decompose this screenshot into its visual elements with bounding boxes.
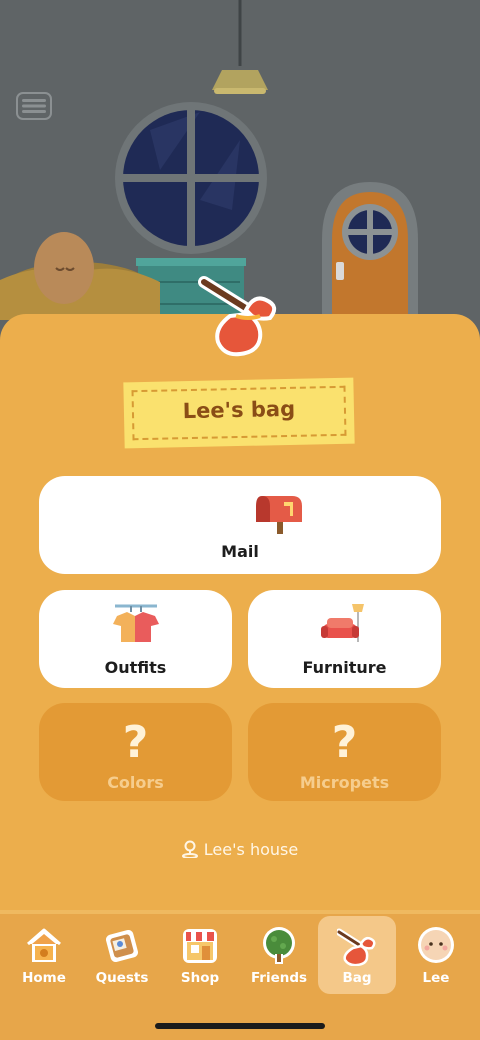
tab-shop[interactable]: Shop <box>161 916 239 994</box>
tab-label: Home <box>22 970 66 986</box>
tab-label: Shop <box>180 970 220 986</box>
map-pin-icon <box>181 840 198 859</box>
question-mark-icon: ? <box>122 717 149 768</box>
micropets-card[interactable]: ? Micropets <box>248 703 441 801</box>
micropets-label: Micropets <box>299 773 390 792</box>
mail-label: Mail <box>221 542 259 561</box>
furniture-label: Furniture <box>302 658 387 677</box>
bag-icon <box>337 928 376 966</box>
location-label: Lee's house <box>203 840 299 859</box>
bag-title-tag: Lee's bag <box>123 377 355 449</box>
outfits-label: Outfits <box>104 658 167 677</box>
birdhouse-icon <box>27 928 61 962</box>
menu-button[interactable] <box>16 92 52 120</box>
tab-home[interactable]: Home <box>5 916 83 994</box>
mail-card[interactable]: Mail <box>39 476 441 574</box>
bag-emblem <box>196 270 286 360</box>
colors-card[interactable]: ? Colors <box>39 703 232 801</box>
colors-label: Colors <box>107 773 164 792</box>
tree-icon <box>263 927 295 964</box>
tab-bar: Home Quests Shop Friends Bag Lee <box>0 910 480 1040</box>
tab-label: Quests <box>95 970 149 986</box>
hamburger-icon <box>16 92 52 120</box>
tab-quests[interactable]: Quests <box>83 916 161 994</box>
location-link[interactable]: Lee's house <box>0 840 480 859</box>
tab-profile[interactable]: Lee <box>397 916 475 994</box>
quest-board-icon <box>105 929 139 963</box>
tab-friends[interactable]: Friends <box>240 916 318 994</box>
question-mark-icon: ? <box>331 717 358 768</box>
tab-label: Friends <box>250 970 308 986</box>
home-indicator <box>155 1023 325 1029</box>
avatar-face-icon <box>418 927 454 963</box>
sofa-lamp-icon <box>321 604 364 642</box>
shop-icon <box>183 929 217 963</box>
mailbox-icon <box>256 496 302 534</box>
bag-icon <box>198 276 277 357</box>
tab-bar-divider <box>0 910 480 914</box>
tab-bag[interactable]: Bag <box>318 916 396 994</box>
tab-label: Bag <box>342 970 372 986</box>
tab-label: Lee <box>422 970 450 986</box>
bag-title: Lee's bag <box>182 396 296 424</box>
furniture-card[interactable]: Furniture <box>248 590 441 688</box>
outfits-icon <box>113 604 159 642</box>
outfits-card[interactable]: Outfits <box>39 590 232 688</box>
